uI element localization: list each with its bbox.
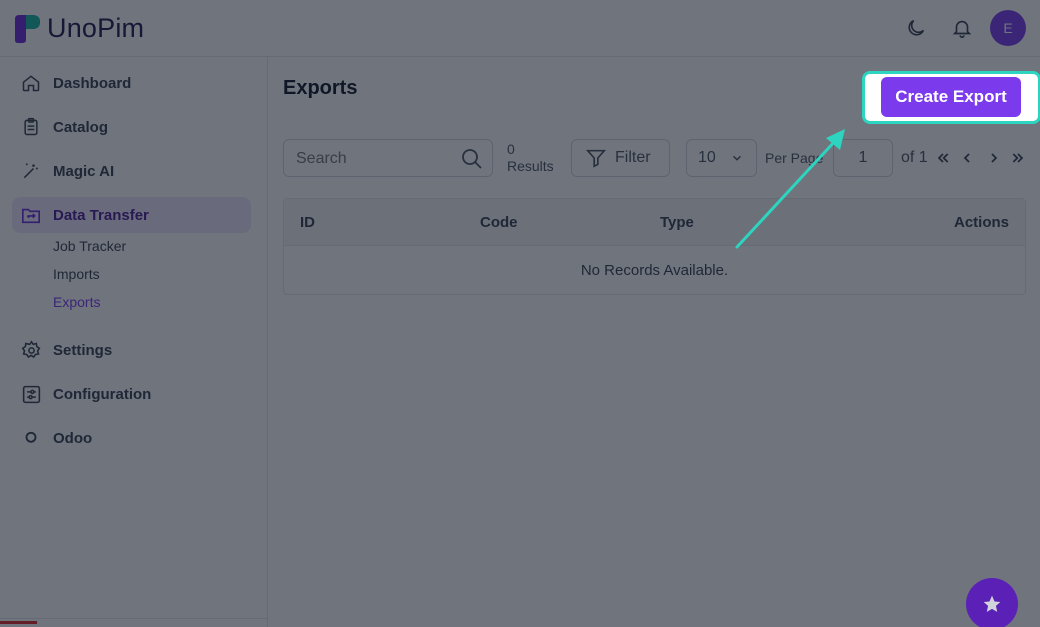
sliders-icon <box>19 382 43 406</box>
sidebar-divider <box>0 618 268 619</box>
per-page-value: 10 <box>698 149 716 166</box>
sidebar-item-label: Odoo <box>53 429 93 447</box>
create-export-button[interactable]: Create Export <box>881 77 1021 117</box>
sidebar-item-dashboard[interactable]: Dashboard <box>12 65 251 101</box>
star-icon <box>982 594 1002 614</box>
sidebar-item-label: Dashboard <box>53 74 132 92</box>
sidebar-subitem-job-tracker[interactable]: Job Tracker <box>53 238 126 254</box>
last-page-icon[interactable] <box>1010 149 1026 167</box>
circle-icon <box>19 426 43 450</box>
column-header-id[interactable]: ID <box>300 214 315 231</box>
floating-action-button[interactable] <box>966 578 1018 627</box>
page-number-input[interactable] <box>833 139 893 177</box>
column-header-type[interactable]: Type <box>660 214 694 231</box>
gear-icon <box>19 338 43 362</box>
sidebar-item-settings[interactable]: Settings <box>12 332 251 368</box>
top-bar: UnoPim E <box>0 0 1040 57</box>
column-header-actions: Actions <box>953 214 1009 231</box>
sidebar-item-label: Magic AI <box>53 162 115 180</box>
first-page-icon[interactable] <box>935 149 951 167</box>
previous-page-icon[interactable] <box>959 149 975 167</box>
sidebar-item-catalog[interactable]: Catalog <box>12 109 251 145</box>
sidebar-item-label: Configuration <box>53 385 152 403</box>
moon-icon[interactable] <box>902 14 930 42</box>
next-page-icon[interactable] <box>986 149 1002 167</box>
chevron-down-icon <box>730 151 744 165</box>
results-number: 0 <box>507 141 515 157</box>
table-header: ID Code Type Actions <box>284 199 1025 246</box>
column-header-code[interactable]: Code <box>480 214 518 231</box>
clipboard-icon <box>19 115 43 139</box>
empty-state-text: No Records Available. <box>580 262 729 279</box>
search-icon[interactable] <box>460 147 484 176</box>
exports-table: ID Code Type Actions No Records Availabl… <box>283 198 1026 295</box>
filter-icon <box>585 147 607 169</box>
results-count: 0 Results <box>507 141 554 175</box>
sidebar-item-magic-ai[interactable]: Magic AI <box>12 153 251 189</box>
sidebar-item-label: Catalog <box>53 118 109 136</box>
results-label: Results <box>507 158 554 174</box>
sidebar-item-data-transfer[interactable]: Data Transfer <box>12 197 251 233</box>
sidebar-item-odoo[interactable]: Odoo <box>12 420 251 456</box>
search-input[interactable] <box>296 148 456 170</box>
total-pages-label: of 1 <box>901 149 928 166</box>
sidebar-collapse-indicator[interactable] <box>0 621 37 624</box>
page-title: Exports <box>283 77 358 99</box>
home-icon <box>19 71 43 95</box>
transfer-icon <box>19 203 43 227</box>
sidebar-item-configuration[interactable]: Configuration <box>12 376 251 412</box>
logo[interactable]: UnoPim <box>12 12 144 44</box>
per-page-select[interactable]: 10 <box>686 139 757 177</box>
bell-icon[interactable] <box>948 14 976 42</box>
per-page-label: Per Page <box>765 150 824 166</box>
sidebar-subitem-imports[interactable]: Imports <box>53 266 100 282</box>
sidebar-item-label: Data Transfer <box>53 206 149 224</box>
sidebar-subitem-exports[interactable]: Exports <box>53 294 100 310</box>
sidebar: Dashboard Catalog Magic AI Data Transfer… <box>0 57 268 627</box>
unopim-logo-mark-icon <box>12 13 43 44</box>
search-box <box>283 139 493 177</box>
magic-wand-icon <box>19 159 43 183</box>
sidebar-item-label: Settings <box>53 341 113 359</box>
user-avatar[interactable]: E <box>990 10 1026 46</box>
brand-name: UnoPim <box>47 13 145 43</box>
filter-label: Filter <box>615 149 651 166</box>
filter-button[interactable]: Filter <box>571 139 670 177</box>
